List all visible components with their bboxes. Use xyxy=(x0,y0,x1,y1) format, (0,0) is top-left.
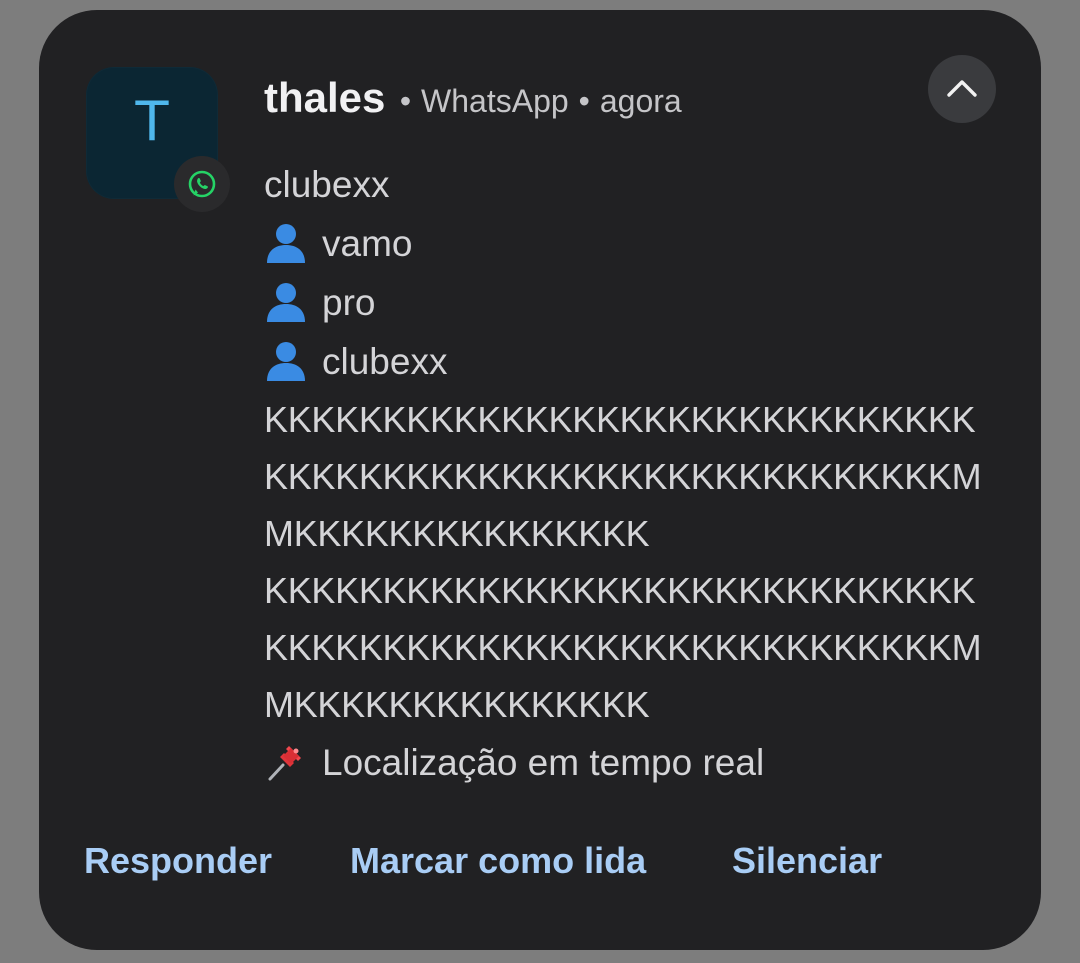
message-line: KKKKKKKKKKKKKKKKKKKKKKKKKKKKKK xyxy=(264,399,976,440)
message-line: KKKKKKKKKKKKKKKKKKKKKKKKKKKKKK xyxy=(264,570,976,611)
message-text: clubexx xyxy=(322,341,448,382)
location-line: Localização em tempo real xyxy=(264,733,1004,792)
avatar-letter: T xyxy=(135,90,169,153)
message-text: pro xyxy=(322,282,376,323)
chevron-up-icon xyxy=(947,80,977,97)
message-line: vamo xyxy=(264,214,1004,273)
sender-name: thales xyxy=(264,74,386,121)
message-body: clubexx vamo pro clubexx KKKKKKKKKKKKKKK… xyxy=(264,155,1004,792)
message-line: clubexx xyxy=(264,155,1004,214)
message-text: vamo xyxy=(322,223,413,264)
message-line: KKKKKKKKKKKKKKKKKKKKKKKKKKKKKM xyxy=(264,627,982,668)
separator-dot: • xyxy=(578,83,590,119)
message-line: pro xyxy=(264,273,1004,332)
whatsapp-icon xyxy=(174,156,230,212)
app-name: WhatsApp xyxy=(421,83,569,119)
message-line: MKKKKKKKKKKKKKKK xyxy=(264,684,650,725)
person-icon xyxy=(267,283,305,322)
timestamp: agora xyxy=(599,83,682,119)
person-icon xyxy=(267,342,305,381)
message-line: MKKKKKKKKKKKKKKK xyxy=(264,513,650,554)
mark-as-read-button[interactable]: Marcar como lida xyxy=(350,840,646,882)
reply-button[interactable]: Responder xyxy=(84,840,272,882)
message-text: clubexx xyxy=(264,164,390,205)
notification-header: thales • WhatsApp • agora xyxy=(264,74,682,134)
person-icon xyxy=(267,224,305,263)
mute-button[interactable]: Silenciar xyxy=(732,840,882,882)
message-line: clubexx xyxy=(264,332,1004,391)
collapse-button[interactable] xyxy=(928,55,996,123)
separator-dot: • xyxy=(399,83,412,119)
notification-card[interactable]: T thales •WhatsApp•agora clubexx vamo xyxy=(39,10,1041,950)
pushpin-icon xyxy=(268,746,301,781)
message-line: KKKKKKKKKKKKKKKKKKKKKKKKKKKKKM xyxy=(264,456,982,497)
location-text: Localização em tempo real xyxy=(322,742,765,783)
